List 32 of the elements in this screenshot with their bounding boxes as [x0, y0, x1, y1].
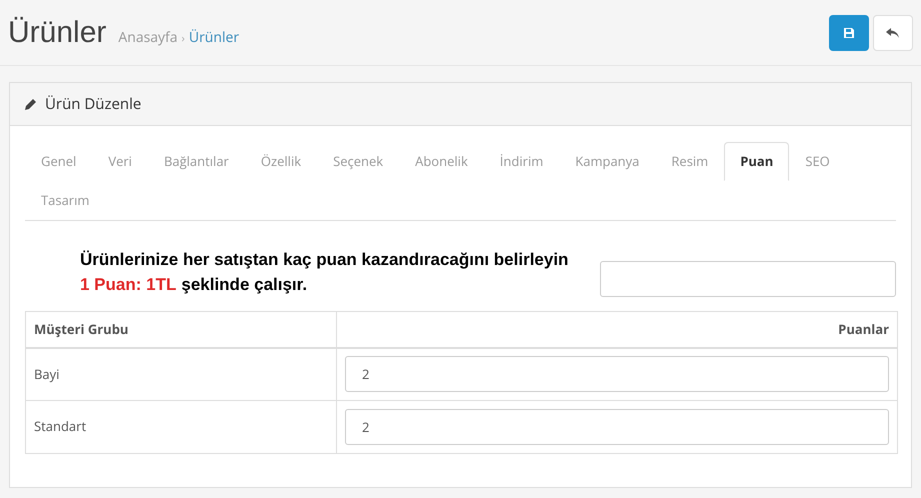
- tab[interactable]: Abonelik: [399, 142, 484, 181]
- tab[interactable]: İndirim: [484, 142, 560, 181]
- highlight-text: 1 Puan: 1TL: [80, 274, 176, 296]
- tab[interactable]: Genel: [25, 142, 92, 181]
- breadcrumb-link[interactable]: Ürünler: [188, 27, 240, 48]
- page-title: Ürünler: [8, 15, 106, 51]
- save-icon: [843, 26, 855, 38]
- back-button[interactable]: [873, 14, 913, 50]
- tab[interactable]: Veri: [92, 142, 148, 181]
- points-field[interactable]: 2: [345, 409, 889, 445]
- column-header: Müşteri Grubu: [26, 312, 336, 348]
- tab[interactable]: Resim: [655, 142, 724, 181]
- breadcrumb-separator: ›: [182, 31, 185, 48]
- tab[interactable]: Puan: [724, 142, 790, 181]
- tab[interactable]: Kampanya: [559, 142, 656, 181]
- table-cell: Bayi: [26, 348, 336, 400]
- input-field[interactable]: [600, 261, 896, 297]
- tab[interactable]: Özellik: [244, 142, 318, 181]
- points-field[interactable]: 2: [345, 356, 889, 392]
- tab[interactable]: SEO: [789, 142, 846, 181]
- breadcrumb-link[interactable]: Anasayfa: [118, 27, 178, 48]
- tab[interactable]: Seçenek: [317, 142, 400, 181]
- panel-title: Ürün Düzenle: [45, 92, 142, 116]
- instruction-text: şeklinde çalışır.: [181, 274, 308, 296]
- pencil-icon: [24, 98, 37, 110]
- column-header: Puanlar: [336, 312, 898, 348]
- reply-icon: [886, 26, 900, 38]
- save-button[interactable]: [829, 14, 869, 50]
- tab[interactable]: Bağlantılar: [148, 142, 245, 181]
- instruction-text: Ürünlerinize her satıştan kaç puan kazandıracağını belirleyin: [80, 249, 570, 271]
- table-cell: Standart: [26, 400, 336, 454]
- tab[interactable]: Tasarım: [25, 181, 106, 220]
